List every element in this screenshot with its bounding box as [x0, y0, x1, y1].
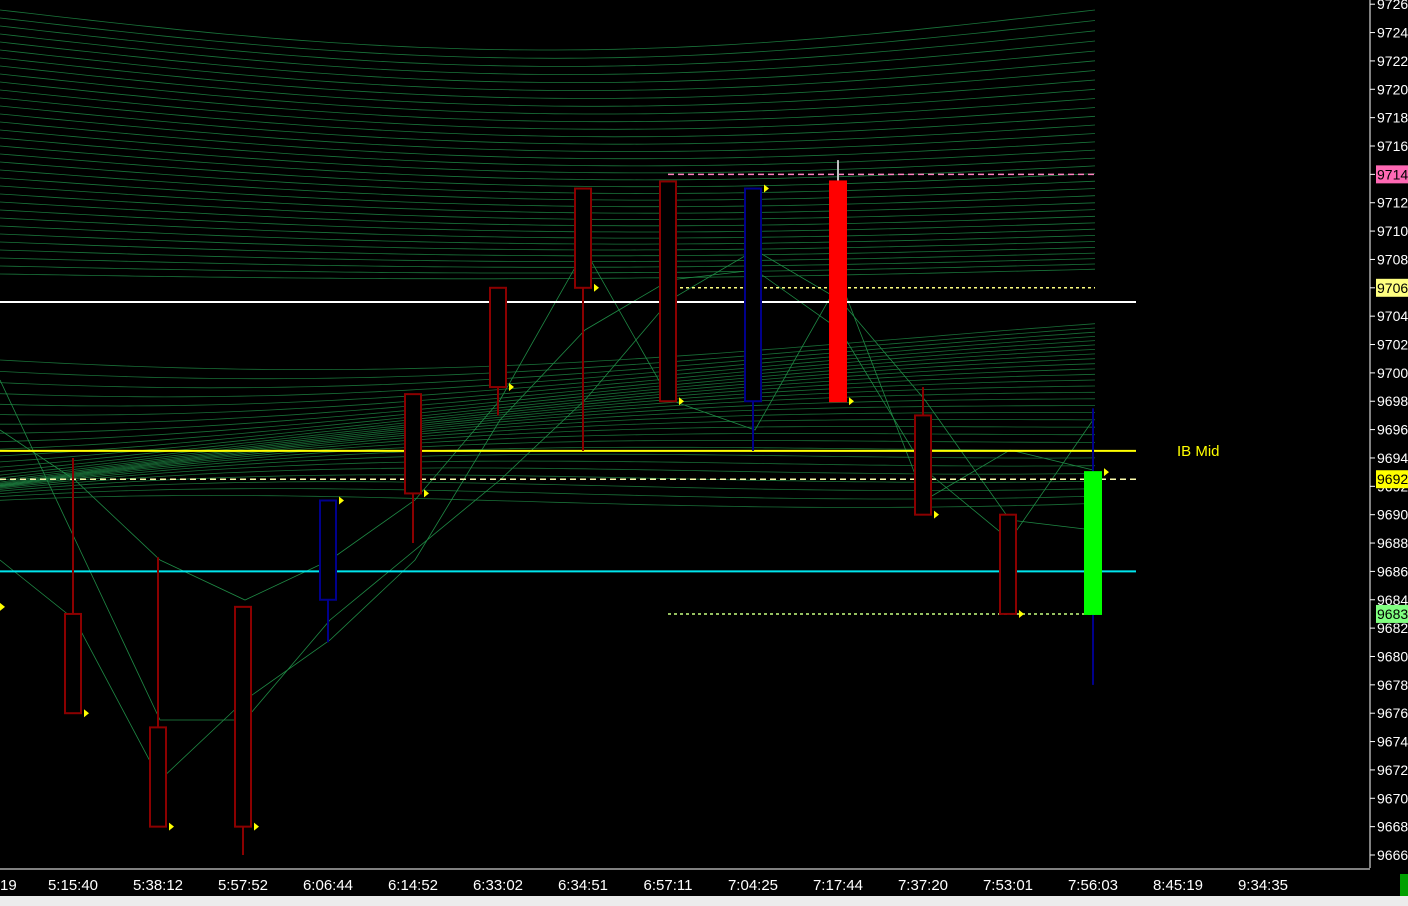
- candle-body: [829, 180, 847, 403]
- y-tick-label: 9702: [1377, 337, 1408, 353]
- x-tick-label: 9:34:35: [1238, 877, 1288, 894]
- y-tick-label: 9726: [1377, 0, 1408, 12]
- y-tick-label: 9722: [1377, 53, 1408, 69]
- price-tag-label: 9692: [1377, 471, 1408, 487]
- candle-body: [574, 187, 592, 289]
- y-tick-label: 9718: [1377, 110, 1408, 126]
- x-tick-label: 5:15:40: [48, 877, 98, 894]
- y-tick-label: 9696: [1377, 422, 1408, 438]
- scroll-thumb[interactable]: [1400, 874, 1408, 896]
- y-tick-label: 9720: [1377, 81, 1408, 97]
- candle-body: [1084, 471, 1102, 615]
- y-tick-label: 9674: [1377, 734, 1408, 750]
- y-tick-label: 9690: [1377, 507, 1408, 523]
- x-tick-label: 6:34:51: [558, 877, 608, 894]
- candle-body: [319, 499, 337, 601]
- x-tick-label: 6:33:02: [473, 877, 523, 894]
- x-tick-label: 6:57:11: [644, 877, 693, 894]
- candle-body: [999, 513, 1017, 615]
- y-tick-label: 9694: [1377, 450, 1408, 466]
- y-tick-label: 9716: [1377, 138, 1408, 154]
- candle-body: [149, 726, 167, 828]
- price-tag-label: 9714: [1377, 166, 1408, 182]
- candle-body: [234, 605, 252, 828]
- y-tick-label: 9688: [1377, 535, 1408, 551]
- y-tick-label: 9666: [1377, 847, 1408, 863]
- x-tick-label: 6:06:44: [303, 877, 353, 894]
- y-tick-label: 9712: [1377, 195, 1408, 211]
- candle-body: [489, 286, 507, 389]
- y-tick-label: 9678: [1377, 677, 1408, 693]
- level-label: IB Mid: [1177, 443, 1220, 460]
- y-tick-label: 9708: [1377, 251, 1408, 267]
- y-tick-label: 9698: [1377, 393, 1408, 409]
- x-tick-label: 7:04:25: [728, 877, 778, 894]
- y-tick-label: 9676: [1377, 705, 1408, 721]
- price-tag-label: 9683: [1377, 606, 1408, 622]
- candle-body: [64, 612, 82, 715]
- y-tick-label: 9710: [1377, 223, 1408, 239]
- price-tag-label: 9706: [1377, 280, 1408, 296]
- candle-body: [914, 414, 932, 516]
- y-tick-label: 9704: [1377, 308, 1408, 324]
- y-tick-label: 9700: [1377, 365, 1408, 381]
- horizontal-scrollbar[interactable]: [0, 896, 1408, 906]
- x-tick-label: 6:14:52: [388, 877, 438, 894]
- y-tick-label: 9686: [1377, 563, 1408, 579]
- x-tick-label: 7:17:44: [813, 877, 863, 894]
- x-tick-label: 19: [0, 877, 17, 894]
- x-tick-label: 7:53:01: [983, 877, 1033, 894]
- x-tick-label: 8:45:19: [1153, 877, 1203, 894]
- candle-body: [744, 187, 762, 403]
- y-tick-label: 9672: [1377, 762, 1408, 778]
- x-tick-label: 7:37:20: [898, 877, 948, 894]
- x-tick-label: 5:38:12: [133, 877, 183, 894]
- y-tick-label: 9680: [1377, 648, 1408, 664]
- x-tick-label: 7:56:03: [1068, 877, 1118, 894]
- y-tick-label: 9670: [1377, 790, 1408, 806]
- price-chart[interactable]: IB Mid 9726 9724 9722 9720 9718 9716 9714 9712 9…: [0, 0, 1408, 906]
- candle-body: [659, 180, 677, 403]
- candle-body: [404, 393, 422, 495]
- x-tick-label: 5:57:52: [218, 877, 268, 894]
- y-tick-label: 9668: [1377, 819, 1408, 835]
- y-tick-label: 9724: [1377, 25, 1408, 41]
